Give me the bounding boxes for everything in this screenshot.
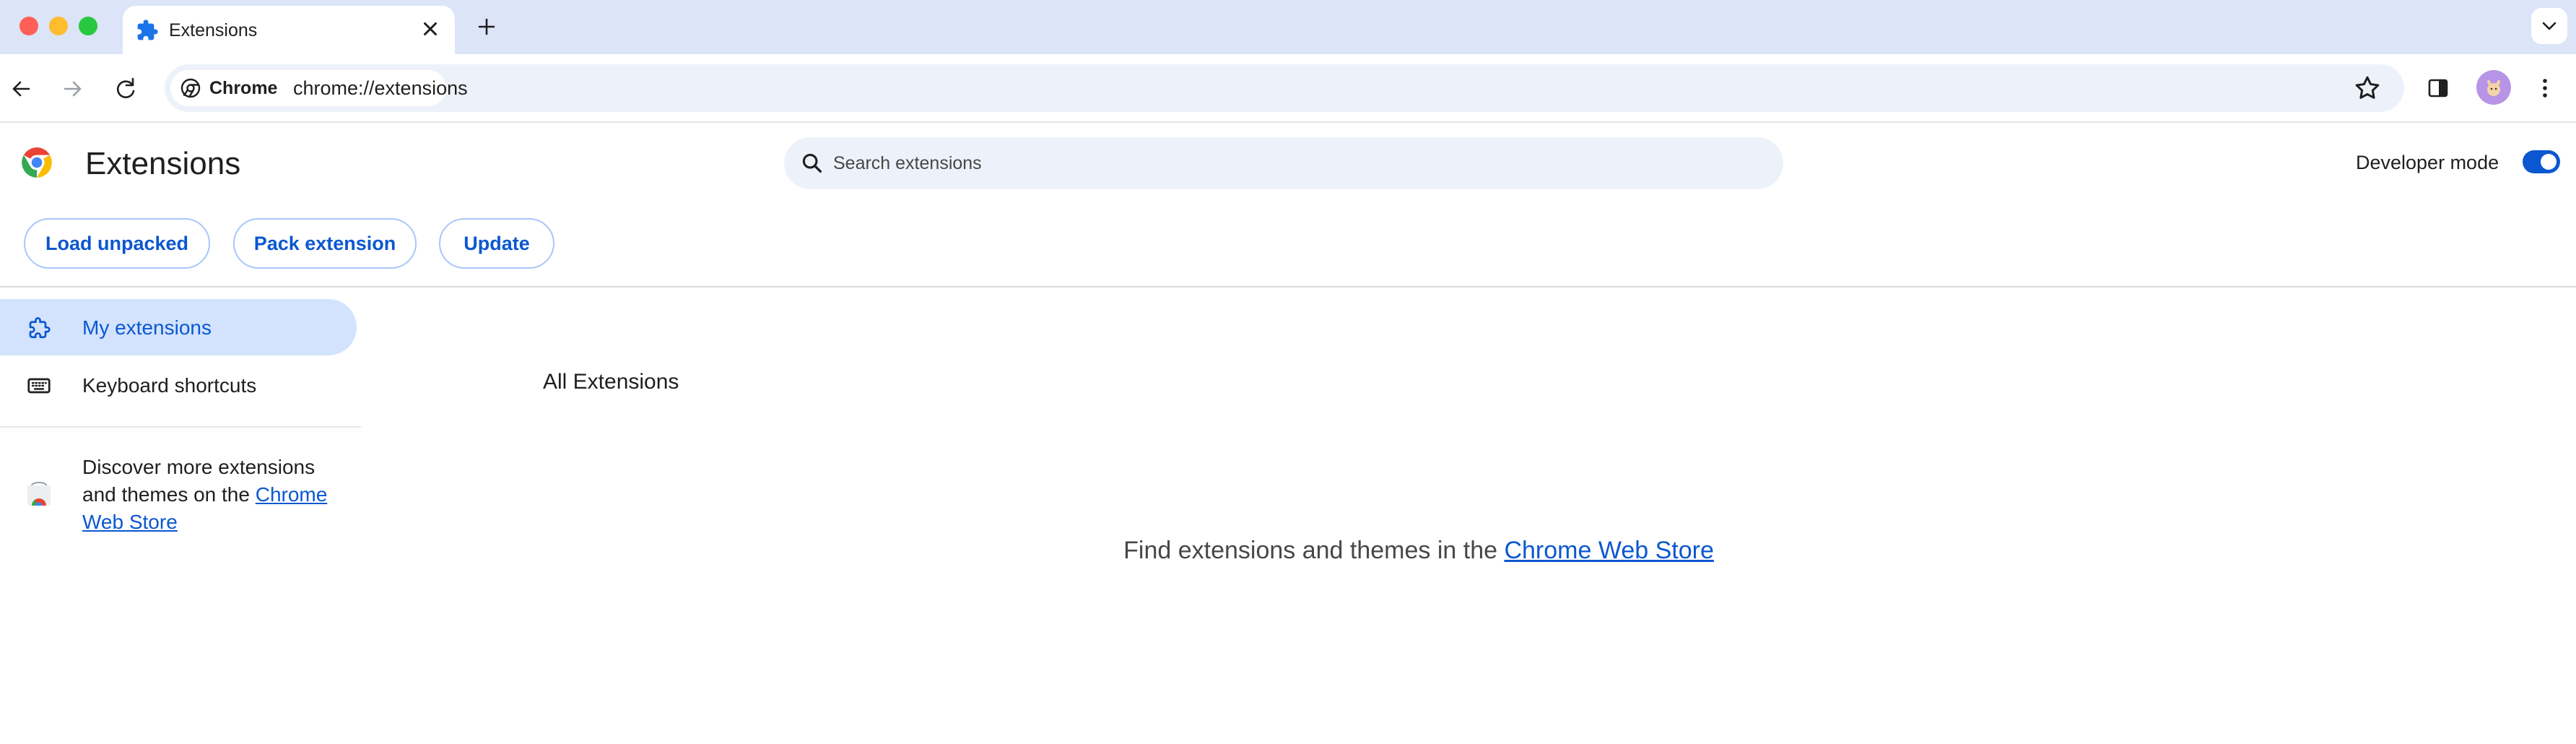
load-unpacked-button[interactable]: Load unpacked (24, 218, 210, 269)
toggle-knob (2541, 154, 2557, 170)
pack-extension-button[interactable]: Pack extension (233, 218, 417, 269)
developer-mode-toggle[interactable] (2523, 150, 2560, 173)
minimize-window-button[interactable] (49, 17, 68, 35)
chrome-logo-icon (22, 147, 52, 178)
sidebar-item-keyboard-shortcuts[interactable]: Keyboard shortcuts (0, 357, 357, 413)
update-button[interactable]: Update (439, 218, 554, 269)
search-icon (802, 153, 822, 173)
bookmark-star-icon[interactable] (2352, 73, 2383, 103)
address-bar[interactable]: Chrome chrome://extensions (165, 64, 2404, 112)
sidebar-item-my-extensions[interactable]: My extensions (0, 299, 357, 355)
page-title: Extensions (85, 146, 241, 181)
web-store-icon (27, 482, 51, 506)
tab-title: Extensions (169, 20, 258, 40)
sidebar-item-label: Keyboard shortcuts (82, 374, 257, 397)
close-window-button[interactable] (19, 17, 38, 35)
sidebar: My extensions Keyboard shortcuts Discove… (0, 289, 361, 744)
keyboard-icon (27, 378, 51, 394)
empty-state-text: Find extensions and themes in the (1123, 537, 1505, 564)
chrome-web-store-link[interactable]: Chrome Web Store (1504, 537, 1713, 564)
tab-search-button[interactable] (2531, 8, 2567, 44)
discover-text: Discover more extensions and themes on t… (82, 454, 349, 536)
search-input[interactable] (833, 137, 1757, 189)
chrome-icon (180, 78, 201, 98)
browser-toolbar: Chrome chrome://extensions (0, 54, 2576, 123)
reload-button[interactable] (105, 69, 146, 109)
new-tab-button[interactable] (469, 9, 504, 44)
all-extensions-heading: All Extensions (543, 370, 679, 394)
url-text[interactable]: chrome://extensions (293, 77, 468, 100)
maximize-window-button[interactable] (79, 17, 97, 35)
close-tab-icon[interactable] (417, 16, 443, 42)
more-menu-icon[interactable] (2527, 70, 2563, 106)
profile-avatar[interactable] (2476, 70, 2511, 105)
sidebar-divider (0, 426, 361, 428)
tab-extensions[interactable]: Extensions (123, 6, 455, 54)
forward-button[interactable] (52, 69, 92, 109)
back-button[interactable] (1, 69, 42, 109)
profile-icon (2478, 72, 2510, 103)
side-panel-icon[interactable] (2420, 70, 2456, 106)
chip-label: Chrome (209, 78, 278, 98)
extensions-header: Extensions Developer mode Load unpacked … (0, 124, 2576, 287)
tab-strip: Extensions (0, 0, 2576, 54)
sidebar-item-label: My extensions (82, 316, 212, 339)
search-box[interactable] (784, 137, 1783, 189)
empty-state-message: Find extensions and themes in the Chrome… (1011, 537, 1827, 565)
puzzle-icon (29, 317, 51, 339)
developer-mode-label: Developer mode (2356, 152, 2499, 173)
puzzle-icon (137, 20, 158, 40)
